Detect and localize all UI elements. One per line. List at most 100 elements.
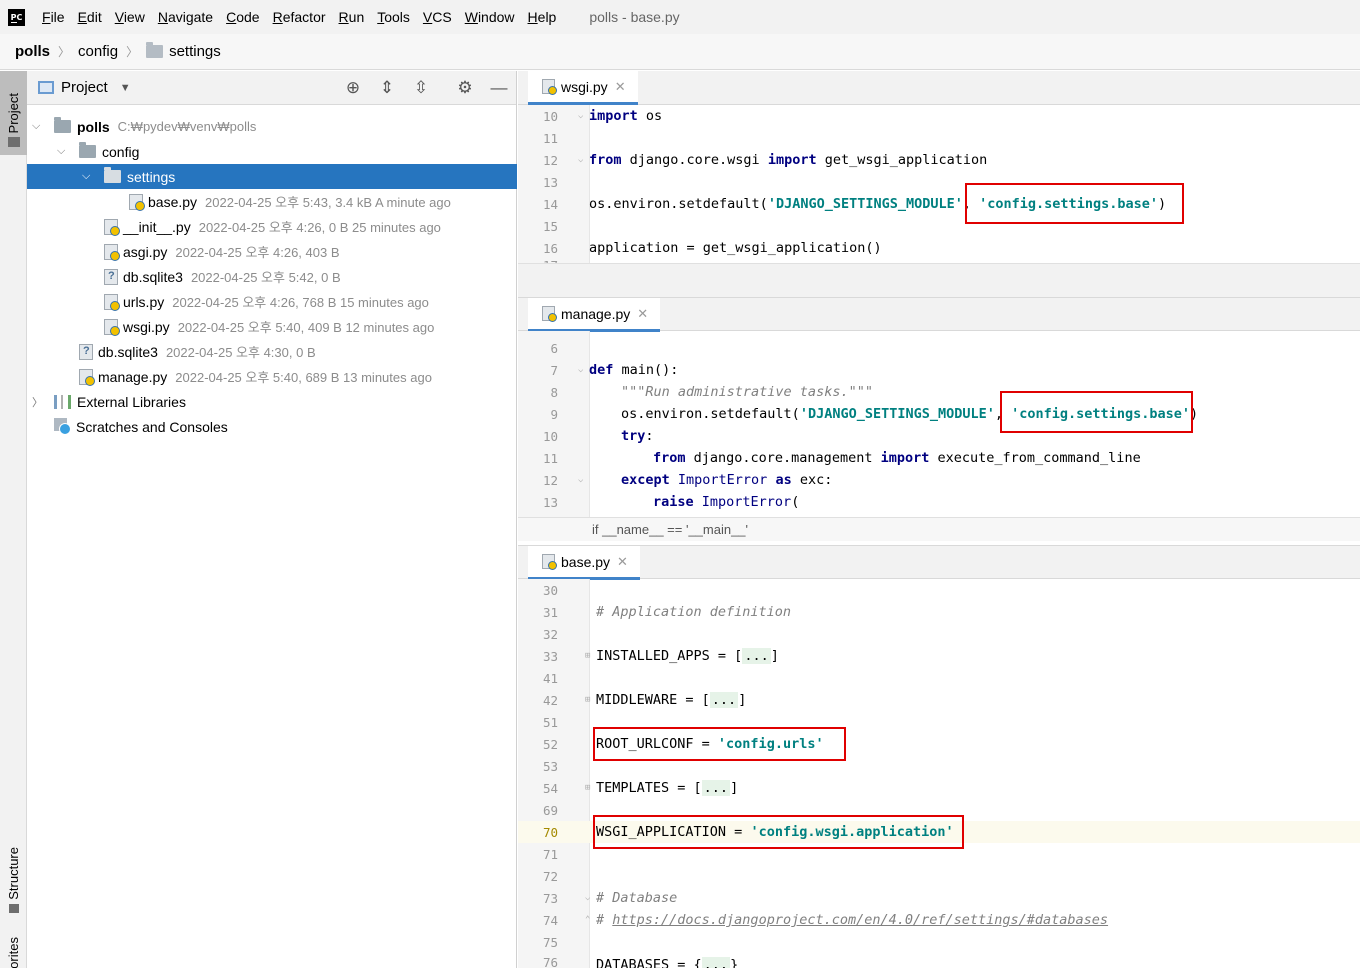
code-line: 32 [542, 626, 558, 642]
tree-item-manage-py[interactable]: manage.py 2022-04-25 오후 5:40, 689 B 13 mi… [27, 364, 517, 389]
scratches-icon [54, 418, 71, 435]
code-line: 72 [542, 868, 558, 884]
fold-icon[interactable]: ⌵ [578, 111, 583, 121]
tree-item-polls[interactable]: ⌵ polls C:₩pydev₩venv₩polls [27, 114, 517, 139]
tree-item-label: db.sqlite3 [123, 268, 183, 285]
tree-item-label: db.sqlite3 [98, 343, 158, 360]
menu-help[interactable]: Help [523, 9, 565, 25]
tree-item-urls-py[interactable]: urls.py 2022-04-25 오후 4:26, 768 B 15 minu… [27, 289, 517, 314]
code-line: 31 # Application definition [542, 604, 792, 620]
tree-item-label: __init__.py [123, 218, 191, 235]
docs-link[interactable]: https://docs.djangoproject.com/en/4.0/re… [612, 912, 1108, 928]
menu-view[interactable]: View [110, 9, 153, 25]
python-file-icon [104, 218, 120, 236]
fold-icon[interactable]: ⌵ [578, 365, 583, 375]
code-line: 41 [542, 670, 558, 686]
code-line: 10 try: [542, 428, 654, 444]
code-line-current: 70 WSGI_APPLICATION = 'config.wsgi.appli… [518, 821, 1360, 843]
chevron-down-icon[interactable]: ⌵ [32, 120, 40, 133]
menu-edit[interactable]: Edit [73, 9, 110, 25]
tree-item-label: wsgi.py [123, 318, 170, 335]
tree-item-scratches-and-consoles[interactable]: Scratches and Consoles [27, 414, 517, 439]
menu-vcs[interactable]: VCS [418, 9, 460, 25]
fold-icon[interactable]: ⌵ [585, 893, 590, 903]
tree-item-wsgi-py[interactable]: wsgi.py 2022-04-25 오후 5:40, 409 B 12 minu… [27, 314, 517, 339]
tree-item-init-py[interactable]: __init__.py 2022-04-25 오후 4:26, 0 B 25 mi… [27, 214, 517, 239]
unknown-file-icon [79, 343, 93, 360]
code-line: 51 [542, 714, 558, 730]
locate-icon[interactable]: ⊕ [342, 77, 364, 99]
fold-icon[interactable]: ⌵ [578, 475, 583, 485]
menu-tools[interactable]: Tools [372, 9, 418, 25]
tab-wsgi-py[interactable]: wsgi.py ✕ [528, 71, 638, 105]
tree-item-label: config [102, 143, 140, 160]
code-line: 13 [542, 174, 558, 190]
chevron-right-icon: 〉 [126, 45, 139, 59]
code-editor[interactable]: 30 31 # Application definition 32 33 ⊞ I… [518, 579, 1360, 968]
tab-base-py[interactable]: base.py ✕ [528, 546, 640, 580]
left-tool-stripe: Project Structure Favorites [0, 71, 27, 968]
minimize-icon[interactable]: — [488, 77, 510, 99]
breadcrumb-item-settings[interactable]: settings [146, 42, 221, 60]
code-line: 42 ⊞ MIDDLEWARE = [...] [542, 692, 747, 708]
code-line: 74 ⌃ # https://docs.djangoproject.com/en… [542, 912, 1109, 928]
code-line: 9 os.environ.setdefault('DJANGO_SETTINGS… [550, 406, 1199, 422]
pane-divider [518, 263, 1360, 297]
folder-icon [54, 117, 71, 133]
fold-expand-icon[interactable]: ⊞ [585, 695, 590, 705]
chevron-right-icon[interactable]: 〉 [32, 394, 43, 410]
folder-icon [104, 167, 121, 183]
tree-item-base-py[interactable]: base.py 2022-04-25 오후 5:43, 3.4 kB A minu… [27, 189, 517, 214]
tree-item-meta: C:₩pydev₩venv₩polls [117, 119, 257, 134]
collapse-all-icon[interactable]: ⇳ [410, 77, 432, 99]
favorites-tool-label: Favorites [6, 937, 21, 968]
chevron-down-icon[interactable]: ▼ [120, 82, 131, 94]
menu-code[interactable]: Code [221, 9, 267, 25]
fold-icon[interactable]: ⌃ [585, 915, 590, 925]
fold-icon[interactable]: ⌵ [578, 155, 583, 165]
breadcrumb-item-polls[interactable]: polls [15, 43, 50, 60]
chevron-down-icon[interactable]: ⌵ [57, 145, 65, 158]
tree-item-settings[interactable]: ⌵ settings [27, 164, 517, 189]
code-line: 76 DATABASES = {...} [518, 953, 1360, 968]
code-line: 16 application = get_wsgi_application() [542, 240, 882, 256]
editor-pane-wsgi: wsgi.py ✕ 10 ⌵ import os 11 12 ⌵ from dj… [518, 71, 1360, 297]
fold-expand-icon[interactable]: ⊞ [585, 651, 590, 661]
code-line: 11 [542, 130, 558, 146]
project-tool-tab[interactable]: Project [0, 71, 27, 155]
code-line: 13 raise ImportError( [542, 494, 800, 510]
tree-item-db-sqlite3[interactable]: db.sqlite3 2022-04-25 오후 5:42, 0 B [27, 264, 517, 289]
chevron-down-icon[interactable]: ⌵ [82, 170, 90, 183]
fold-expand-icon[interactable]: ⊞ [585, 783, 590, 793]
gear-icon[interactable]: ⚙ [454, 77, 476, 99]
tree-item-asgi-py[interactable]: asgi.py 2022-04-25 오후 4:26, 403 B [27, 239, 517, 264]
code-editor[interactable]: 6 7 ⌵ def main(): 8 """Run administrativ… [518, 331, 1360, 517]
tree-item-config[interactable]: ⌵ config [27, 139, 517, 164]
code-line: 10 ⌵ import os [542, 108, 663, 124]
editor-pane-base: base.py ✕ 30 31 # Application definition… [518, 545, 1360, 968]
favorites-tool-tab[interactable]: Favorites [0, 937, 27, 968]
breadcrumb-item-config[interactable]: config [78, 43, 118, 60]
tree-item-db-sqlite3[interactable]: db.sqlite3 2022-04-25 오후 4:30, 0 B [27, 339, 517, 364]
close-icon[interactable]: ✕ [637, 306, 648, 322]
structure-tool-tab[interactable]: Structure [0, 841, 27, 917]
menu-window[interactable]: Window [460, 9, 523, 25]
code-context-breadcrumb[interactable]: if __name__ == '__main__' [518, 517, 1360, 541]
expand-all-icon[interactable]: ⇕ [376, 77, 398, 99]
menu-file[interactable]: File [37, 9, 73, 25]
code-editor[interactable]: 10 ⌵ import os 11 12 ⌵ from django.core.… [518, 105, 1360, 271]
menu-refactor[interactable]: Refactor [268, 9, 334, 25]
folder-icon [146, 42, 164, 58]
code-line: 8 """Run administrative tasks.""" [550, 384, 873, 400]
project-view-selector[interactable]: Project [61, 79, 108, 96]
project-tool-label: Project [6, 92, 21, 133]
tab-manage-py[interactable]: manage.py ✕ [528, 298, 661, 332]
tree-item-external-libraries[interactable]: 〉 External Libraries [27, 389, 517, 414]
menu-run[interactable]: Run [334, 9, 373, 25]
project-view-icon [38, 81, 54, 94]
close-icon[interactable]: ✕ [617, 554, 628, 570]
python-file-icon [104, 293, 120, 311]
menu-navigate[interactable]: Navigate [153, 9, 221, 25]
python-file-icon [129, 193, 145, 211]
close-icon[interactable]: ✕ [615, 79, 626, 95]
